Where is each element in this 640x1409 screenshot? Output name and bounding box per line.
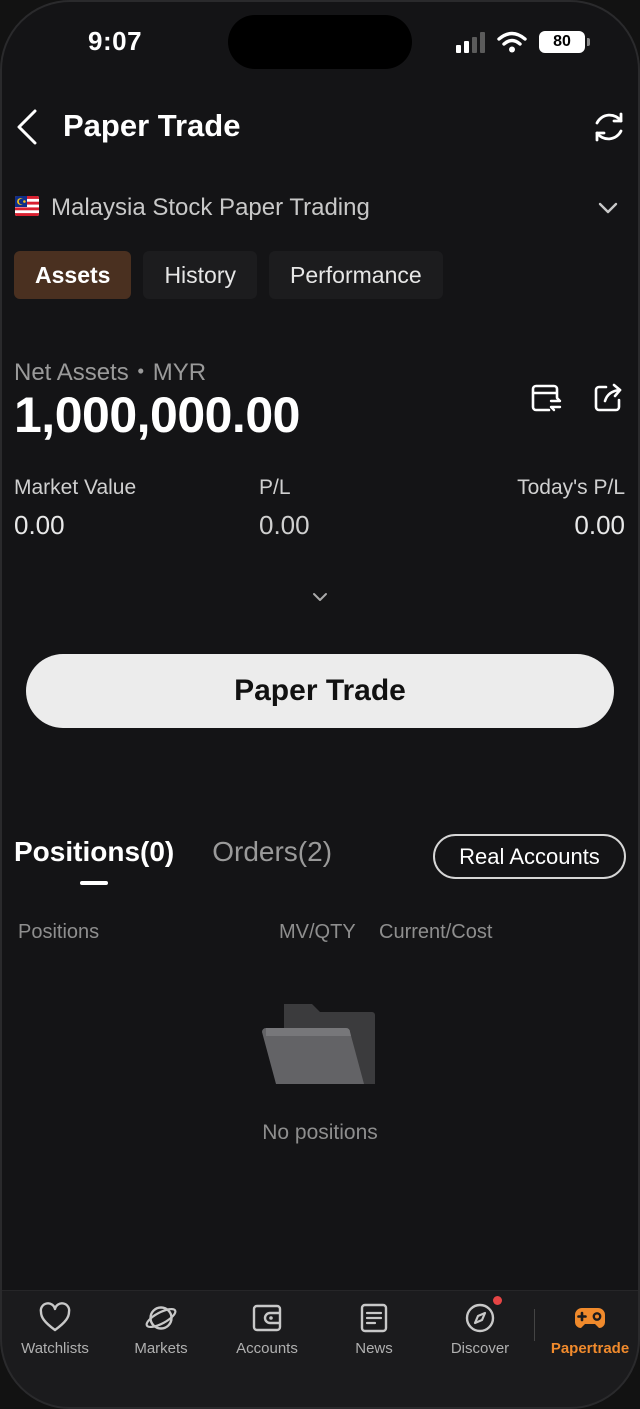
currency-exchange-icon[interactable] (528, 380, 564, 416)
tab-orders[interactable]: Orders(2) (212, 836, 332, 886)
back-button[interactable] (12, 106, 42, 148)
share-icon[interactable] (590, 380, 626, 416)
tab-performance[interactable]: Performance (269, 251, 443, 299)
net-assets-label: Net Assets・MYR (14, 359, 207, 386)
nav-discover[interactable]: Discover (427, 1291, 533, 1371)
pl-label: P/L (259, 476, 291, 499)
nav-label: Discover (450, 1340, 510, 1357)
status-icons: 80 (456, 30, 590, 54)
wallet-icon (252, 1304, 282, 1332)
nav-label: Papertrade (550, 1340, 630, 1357)
battery-indicator: 80 (539, 31, 590, 53)
nav-divider (534, 1309, 535, 1341)
nav-accounts[interactable]: Accounts (214, 1291, 320, 1371)
gamepad-icon (575, 1308, 605, 1328)
empty-folder-icon (262, 1004, 375, 1084)
news-icon (360, 1303, 388, 1333)
todays-pl-label: Today's P/L (517, 476, 625, 499)
real-accounts-button[interactable]: Real Accounts (433, 834, 626, 879)
nav-markets[interactable]: Markets (108, 1291, 214, 1371)
empty-positions-text: No positions (262, 1121, 378, 1144)
refresh-icon[interactable] (590, 108, 628, 146)
nav-news[interactable]: News (321, 1291, 427, 1371)
tab-assets[interactable]: Assets (14, 251, 132, 299)
net-assets-value: 1,000,000.00 (14, 387, 300, 443)
column-header-current-cost[interactable]: Current/Cost (379, 921, 492, 944)
chevron-left-icon (17, 109, 37, 145)
cellular-signal-icon (456, 31, 485, 53)
market-value-label: Market Value (14, 476, 137, 499)
pl-value: 0.00 (259, 510, 310, 540)
nav-papertrade[interactable]: Papertrade (537, 1291, 640, 1371)
expand-chevron-down-icon[interactable] (309, 588, 331, 606)
heart-icon (39, 1302, 71, 1332)
planet-icon (145, 1306, 177, 1330)
active-tab-indicator (80, 881, 108, 885)
compass-icon (465, 1303, 495, 1333)
page-title: Paper Trade (63, 108, 241, 143)
bottom-navigation: Watchlists Markets Accounts News Discove… (0, 1290, 640, 1409)
nav-label: Watchlists (21, 1340, 89, 1357)
account-selector[interactable]: Malaysia Stock Paper Trading (0, 186, 640, 230)
section-tabs: Assets History Performance (14, 251, 443, 299)
todays-pl-value: 0.00 (574, 510, 625, 540)
malaysia-flag-icon (15, 196, 39, 216)
header: Paper Trade (0, 96, 640, 158)
nav-label: Accounts (236, 1340, 298, 1357)
paper-trade-button[interactable]: Paper Trade (26, 654, 614, 728)
tab-positions[interactable]: Positions(0) (14, 836, 174, 886)
tab-history[interactable]: History (143, 251, 257, 299)
wifi-icon (497, 31, 527, 53)
nav-watchlists[interactable]: Watchlists (2, 1291, 108, 1371)
notification-dot (493, 1296, 502, 1305)
dynamic-island (228, 15, 412, 69)
status-time: 9:07 (88, 26, 143, 56)
column-header-positions[interactable]: Positions (18, 921, 99, 944)
status-bar: 9:07 80 (0, 0, 640, 90)
nav-label: Markets (134, 1340, 188, 1357)
chevron-down-icon[interactable] (596, 196, 620, 220)
column-header-mv-qty[interactable]: MV/QTY (279, 921, 356, 944)
account-label: Malaysia Stock Paper Trading (51, 194, 370, 221)
phone-screen: 9:07 80 Paper Trade Malaysia Stock Paper… (0, 0, 640, 1409)
positions-tabs: Positions(0) Orders(2) (14, 836, 332, 886)
nav-label: News (355, 1340, 393, 1357)
market-value-value: 0.00 (14, 510, 65, 540)
